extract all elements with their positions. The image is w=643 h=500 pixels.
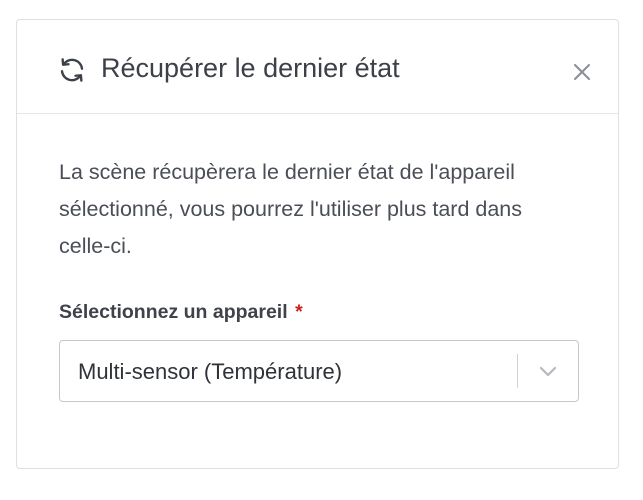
device-select-value: Multi-sensor (Température) bbox=[78, 359, 343, 384]
modal-dialog: Récupérer le dernier état La scène récup… bbox=[16, 19, 619, 469]
device-field-label-text: Sélectionnez un appareil bbox=[59, 301, 288, 323]
description-text: La scène récupèrera le dernier état de l… bbox=[59, 160, 523, 258]
modal-title: Récupérer le dernier état bbox=[101, 53, 400, 83]
close-button[interactable] bbox=[568, 58, 596, 86]
required-marker: * bbox=[295, 301, 303, 323]
device-field-label: Sélectionnez un appareil * bbox=[59, 299, 576, 325]
device-select[interactable]: Multi-sensor (Température) bbox=[59, 340, 579, 402]
refresh-icon bbox=[60, 58, 84, 82]
close-icon bbox=[574, 64, 590, 80]
modal-body: La scène récupèrera le dernier état de l… bbox=[17, 114, 618, 402]
chevron-down-icon[interactable] bbox=[538, 363, 558, 379]
modal-header: Récupérer le dernier état bbox=[17, 20, 618, 114]
select-separator bbox=[517, 354, 518, 388]
